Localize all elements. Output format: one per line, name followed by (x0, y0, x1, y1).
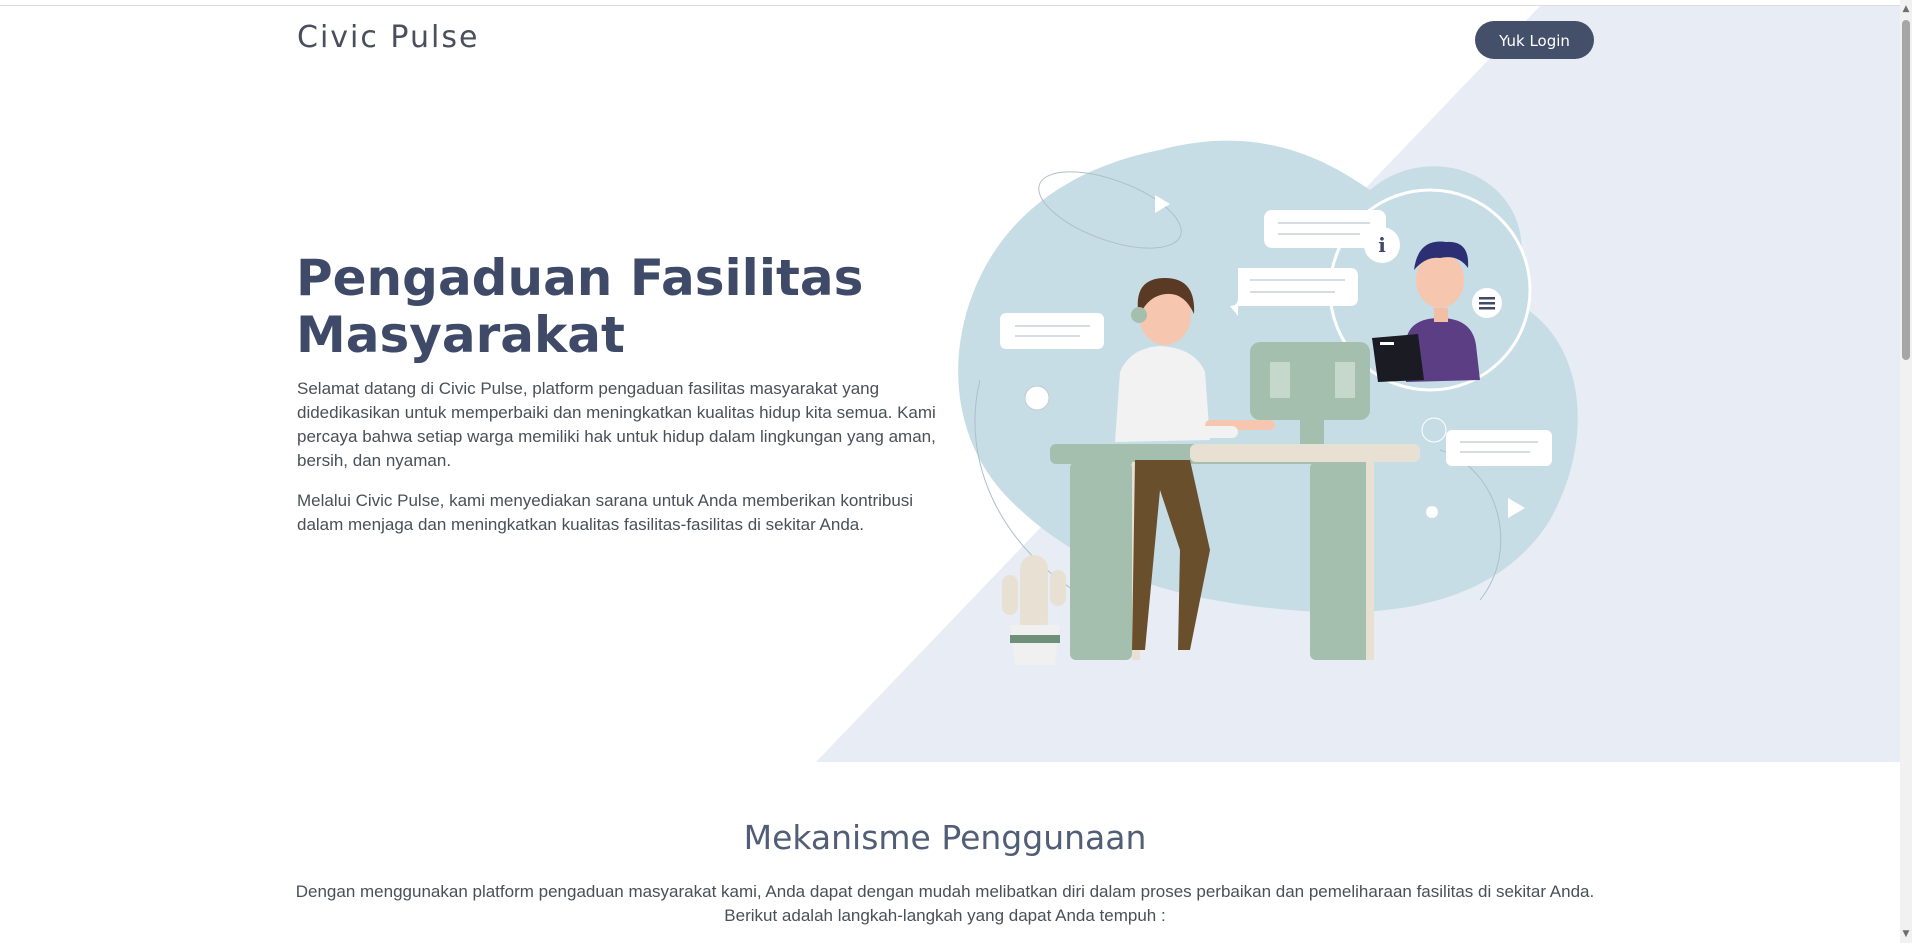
login-button[interactable]: Yuk Login (1475, 21, 1594, 59)
chat-bubble (1000, 313, 1104, 349)
headset-icon (1131, 307, 1147, 323)
scrollbar-thumb[interactable] (1902, 20, 1910, 360)
dot-decoration (1426, 506, 1438, 518)
menu-line (1479, 297, 1495, 300)
dot-decoration (1421, 417, 1447, 443)
landing-page: Civic Pulse Yuk Login Pengaduan Fasilita… (0, 0, 1912, 943)
hero-intro-paragraph: Selamat datang di Civic Pulse, platform … (297, 379, 936, 470)
dot-decoration (1024, 385, 1050, 411)
scroll-up-arrow-icon[interactable]: ▲ (1900, 2, 1912, 16)
brand-logo[interactable]: Civic Pulse (297, 20, 479, 55)
page-scrollbar[interactable]: ▲ ▼ (1900, 0, 1912, 943)
mechanism-section-title: Mekanisme Penggunaan (743, 818, 1147, 857)
info-glyph: i (1378, 233, 1386, 257)
menu-line (1479, 302, 1495, 305)
complaint-service-illustration: i (958, 140, 1578, 665)
chat-bubble (1446, 430, 1552, 466)
hero-title: Pengaduan Fasilitas Masyarakat (296, 249, 864, 364)
scroll-down-arrow-icon[interactable]: ▼ (1900, 927, 1912, 941)
menu-line (1479, 307, 1495, 310)
cactus-plant (1002, 555, 1066, 665)
mechanism-section-description: Dengan menggunakan platform pengaduan ma… (295, 882, 1595, 925)
hero-secondary-paragraph: Melalui Civic Pulse, kami menyediakan sa… (297, 491, 914, 534)
